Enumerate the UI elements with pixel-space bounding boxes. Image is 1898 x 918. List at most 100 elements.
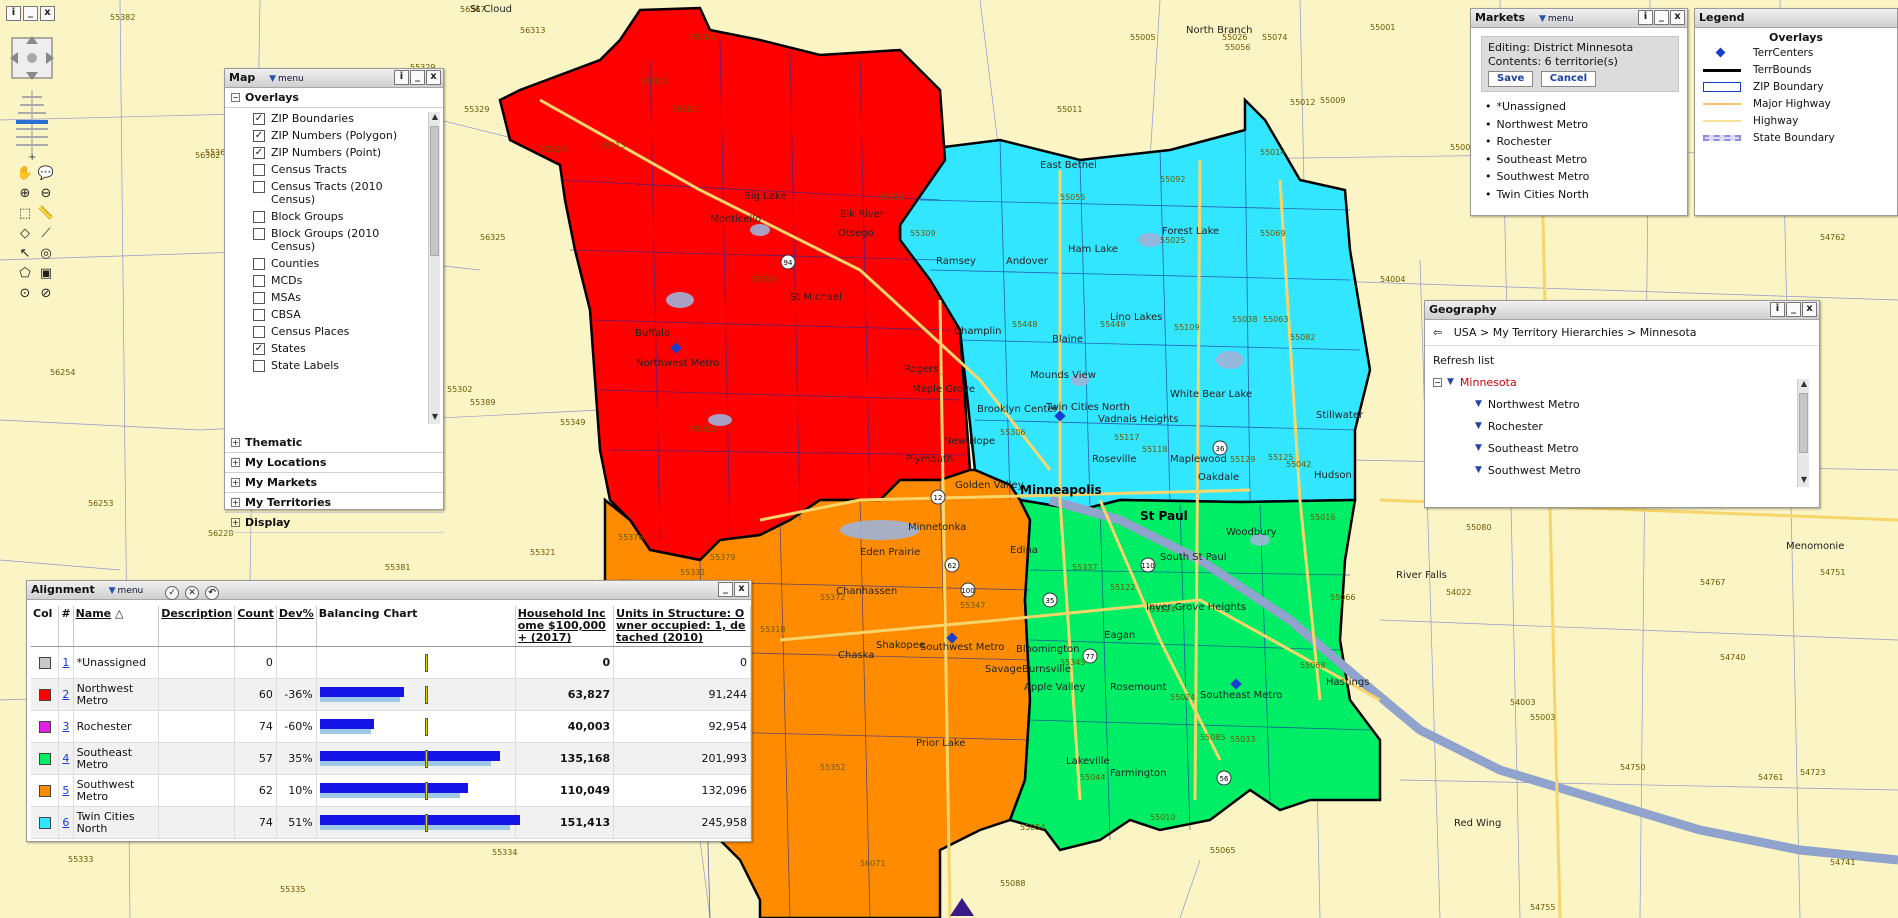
map-menu-button[interactable]: ▼ menu (269, 74, 304, 84)
color-swatch[interactable] (38, 784, 51, 797)
col-header-units[interactable]: Units in Structure: Owner occupied: 1, d… (613, 606, 751, 647)
zoom-in-icon[interactable]: ⊕ (16, 186, 34, 203)
row-number-link[interactable]: 6 (62, 816, 69, 829)
col-header-num[interactable]: # (58, 606, 74, 647)
overlay-item[interactable]: Census Tracts (253, 163, 443, 176)
col-header-income[interactable]: Household Income $100,000+ (2017) (515, 606, 615, 647)
cancel-button[interactable]: Cancel (1540, 71, 1597, 87)
table-row[interactable]: 6 Twin Cities North 74 51% 151,413 245,958 (31, 806, 751, 839)
zoom-out-icon[interactable]: ⊖ (37, 186, 55, 203)
info-icon[interactable]: i (1638, 10, 1653, 25)
overlays-section-header[interactable]: − Overlays (225, 88, 443, 108)
scroll-down-icon[interactable]: ▼ (429, 412, 441, 424)
overlay-item[interactable]: Block Groups (253, 210, 443, 223)
minimize-button[interactable]: _ (1786, 302, 1801, 317)
overlay-item[interactable]: Census Places (253, 325, 443, 338)
checkbox[interactable] (253, 292, 265, 304)
info-icon[interactable]: i (6, 6, 21, 21)
minimize-button[interactable]: _ (1654, 10, 1669, 25)
row-number-link[interactable]: 2 (62, 688, 69, 701)
target-icon[interactable]: ◎ (37, 246, 55, 263)
col-header-balancing[interactable]: Balancing Chart (316, 606, 516, 647)
no-select-icon[interactable]: ⊘ (37, 286, 55, 303)
cancel-x-icon[interactable]: ✕ (185, 586, 200, 600)
table-row[interactable]: 4 Southeast Metro 57 35% 135,168 201,993 (31, 742, 751, 775)
info-icon[interactable]: i (1770, 302, 1785, 317)
overlay-item[interactable]: State Labels (253, 359, 443, 372)
col-header-name[interactable]: Name △ (73, 606, 160, 647)
row-number-link[interactable]: 4 (62, 752, 69, 765)
tree-item[interactable]: ▼ Northwest Metro (1433, 393, 1819, 415)
color-swatch[interactable] (38, 816, 51, 829)
checkbox[interactable] (253, 228, 265, 240)
minimize-button[interactable]: _ (718, 582, 733, 597)
scroll-thumb[interactable] (430, 126, 439, 256)
table-row[interactable]: 1 *Unassigned 0 0 0 (31, 646, 751, 679)
alignment-menu-button[interactable]: ▼ menu (109, 586, 144, 596)
close-button[interactable]: x (734, 582, 749, 597)
territory-list-item[interactable]: Northwest Metro (1485, 116, 1687, 134)
row-number-link[interactable]: 1 (62, 656, 69, 669)
section-display[interactable]: + Display (225, 513, 443, 533)
info-icon[interactable]: i (394, 70, 409, 85)
overlay-item[interactable]: ✓ ZIP Numbers (Point) (253, 146, 443, 159)
checkbox-checked[interactable]: ✓ (253, 113, 265, 125)
polygon-select-icon[interactable]: ⬠ (16, 266, 34, 283)
overlay-item[interactable]: MCDs (253, 274, 443, 287)
territory-list-item[interactable]: Twin Cities North (1485, 186, 1687, 204)
tree-item[interactable]: ▼ Southwest Metro (1433, 459, 1819, 481)
close-button[interactable]: x (426, 70, 441, 85)
undo-icon[interactable]: ↶ (205, 586, 220, 600)
close-button[interactable]: x (1670, 10, 1685, 25)
checkbox[interactable] (253, 164, 265, 176)
overlay-item[interactable]: Counties (253, 257, 443, 270)
minimize-button[interactable]: _ (410, 70, 425, 85)
checkbox[interactable] (253, 211, 265, 223)
scroll-up-icon[interactable]: ▲ (429, 112, 441, 124)
territory-list-item[interactable]: Southwest Metro (1485, 168, 1687, 186)
ruler-icon[interactable]: ⟋ (37, 226, 55, 243)
table-row[interactable]: 3 Rochester 74 -60% 40,003 92,954 (31, 710, 751, 743)
overlay-item[interactable]: CBSA (253, 308, 443, 321)
col-header-count[interactable]: Count (234, 606, 277, 647)
tree-item[interactable]: ▼ Southeast Metro (1433, 437, 1819, 459)
col-header-description[interactable]: Description (158, 606, 236, 647)
section-my-markets[interactable]: + My Markets (225, 473, 443, 493)
back-arrow-icon[interactable]: ⇦ (1433, 326, 1442, 339)
overlay-item[interactable]: MSAs (253, 291, 443, 304)
table-row[interactable]: 2 Northwest Metro 60 -36% 63,827 91,244 (31, 678, 751, 711)
overlay-item[interactable]: ✓ ZIP Numbers (Polygon) (253, 129, 443, 142)
refresh-list-link[interactable]: Refresh list (1425, 346, 1819, 371)
checkbox[interactable] (253, 360, 265, 372)
row-number-link[interactable]: 3 (62, 720, 69, 733)
checkbox[interactable] (253, 258, 265, 270)
breadcrumb-hierarchies[interactable]: My Territory Hierarchies (1493, 326, 1624, 339)
territory-list-item[interactable]: Southeast Metro (1485, 151, 1687, 169)
checkbox[interactable] (253, 275, 265, 287)
legend-titlebar[interactable]: Legend (1695, 9, 1897, 28)
breadcrumb-usa[interactable]: USA (1454, 326, 1477, 339)
save-button[interactable]: Save (1488, 71, 1534, 87)
col-header-dev[interactable]: Dev% (276, 606, 317, 647)
overlay-item[interactable]: ✓ States (253, 342, 443, 355)
geography-titlebar[interactable]: Geography i _ x (1425, 301, 1819, 320)
overlay-item[interactable]: Census Tracts (2010 Census) (253, 180, 443, 206)
zoom-box-icon[interactable]: ⬚ (16, 206, 34, 223)
color-swatch[interactable] (38, 656, 51, 669)
color-swatch[interactable] (38, 720, 51, 733)
check-icon[interactable]: ✓ (165, 586, 180, 600)
row-number-link[interactable]: 5 (62, 784, 69, 797)
zoom-slider[interactable]: + (6, 86, 58, 162)
territory-list-item[interactable]: Rochester (1485, 133, 1687, 151)
checkbox[interactable] (253, 309, 265, 321)
table-row[interactable]: 5 Southwest Metro 62 10% 110,049 132,096 (31, 774, 751, 807)
overlay-scrollbar[interactable]: ▲ ▼ (428, 112, 440, 424)
close-button[interactable]: x (40, 6, 55, 21)
markets-titlebar[interactable]: Markets ▼ menu i _ x (1471, 9, 1687, 28)
col-header-col[interactable]: Col (31, 606, 60, 647)
pan-control[interactable] (6, 32, 58, 84)
breadcrumb-minnesota[interactable]: Minnesota (1640, 326, 1697, 339)
hand-pan-icon[interactable]: ✋ (16, 166, 34, 183)
collapse-icon[interactable]: − (1433, 377, 1442, 387)
tree-item[interactable]: ▼ Rochester (1433, 415, 1819, 437)
